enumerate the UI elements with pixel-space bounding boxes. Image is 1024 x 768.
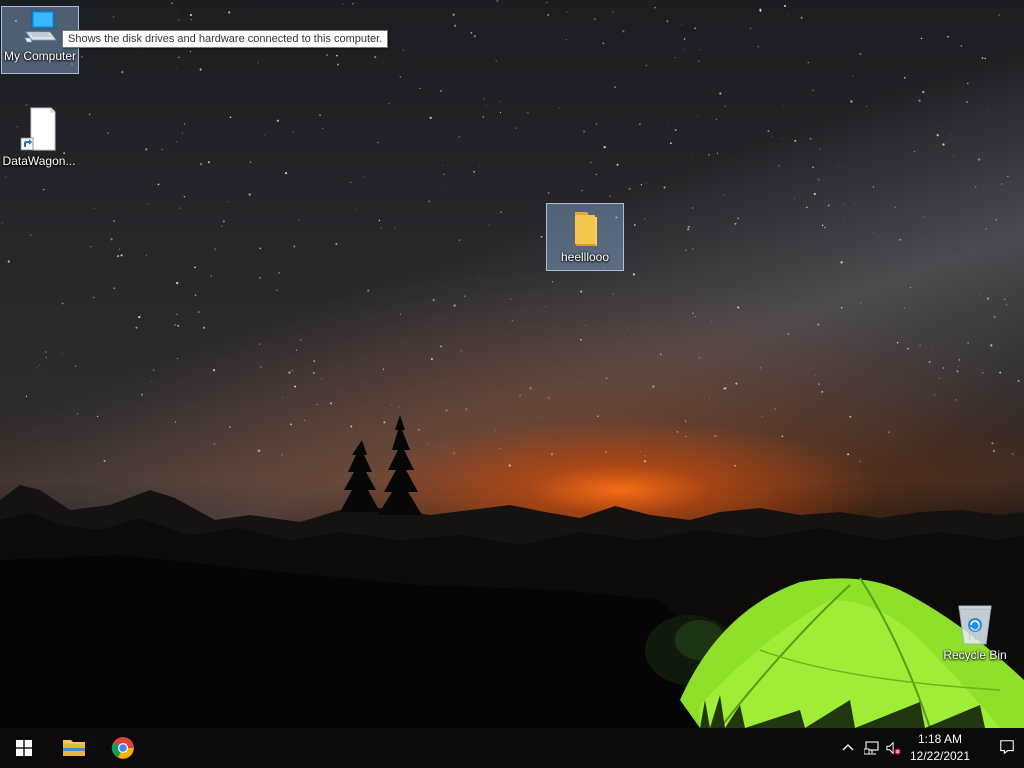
computer-icon: [24, 10, 57, 43]
system-tray: 1:18 AM 12/22/2021: [824, 728, 1024, 768]
chrome-taskbar-button[interactable]: [99, 728, 147, 768]
my-computer-label: My Computer: [3, 49, 77, 63]
folder-icon: [575, 212, 597, 246]
clock-date: 12/22/2021: [909, 749, 971, 763]
chevron-up-icon[interactable]: [840, 740, 856, 756]
recycle-bin-label: Recycle Bin: [943, 648, 1007, 662]
chrome-icon: [111, 737, 134, 759]
my-computer-tooltip: Shows the disk drives and hardware conne…: [62, 30, 389, 48]
action-center-icon[interactable]: [999, 739, 1015, 755]
windows-logo-icon: [16, 740, 32, 756]
desktop[interactable]: My Computer Shows the disk drives and ha…: [0, 0, 1024, 728]
wallpaper-landscape: [0, 415, 1024, 728]
start-button[interactable]: [0, 728, 48, 768]
volume-muted-icon[interactable]: [886, 740, 902, 756]
file-explorer-icon: [63, 740, 85, 756]
clock-time: 1:18 AM: [917, 732, 963, 746]
heelllooo-folder-icon[interactable]: heelllooo: [546, 203, 624, 271]
recycle-bin-desktop-icon[interactable]: Recycle Bin: [937, 600, 1013, 668]
taskbar-clock[interactable]: 1:18 AM 12/22/2021: [904, 731, 976, 765]
datawagon-shortcut-icon[interactable]: DataWagon...: [1, 106, 77, 172]
document-shortcut-icon: [20, 107, 56, 151]
heelllooo-label: heelllooo: [560, 250, 610, 264]
network-icon[interactable]: [864, 740, 880, 756]
taskbar: 1:18 AM 12/22/2021: [0, 728, 1024, 768]
file-explorer-taskbar-button[interactable]: [50, 728, 98, 768]
recycle-bin-icon: [958, 605, 992, 645]
datawagon-label: DataWagon...: [2, 154, 76, 168]
